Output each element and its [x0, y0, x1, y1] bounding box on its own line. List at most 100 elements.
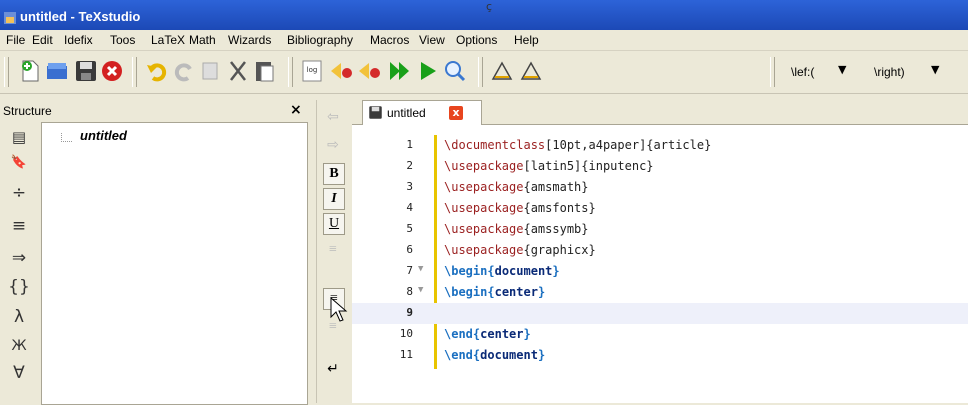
menu-latex[interactable]: LaTeX: [151, 33, 185, 47]
code-line[interactable]: 10 \end{center}: [352, 324, 968, 345]
texstudio-app-icon: [4, 12, 16, 24]
line-number: 6: [406, 243, 413, 256]
close-file-icon[interactable]: [100, 59, 124, 83]
menu-help[interactable]: Help: [514, 33, 539, 47]
operators-icon[interactable]: ÷: [8, 182, 30, 204]
chevron-down-icon[interactable]: ▼: [838, 63, 846, 76]
code-line[interactable]: 1 \documentclass[10pt,a4paper]{article}: [352, 135, 968, 156]
code-line[interactable]: 7 ▼ \begin{document}: [352, 261, 968, 282]
format-toolbar: ⇦ ⇨ B I U ≡ ≡ ≡ ↵: [316, 100, 353, 403]
line-number: 4: [406, 201, 413, 214]
toolbar-grip[interactable]: [4, 57, 9, 87]
menu-file[interactable]: File: [6, 33, 25, 47]
compile-icon[interactable]: [416, 59, 440, 83]
code-text: \usepackage[latin5]{inputenc}: [444, 159, 654, 173]
toolbar-grip[interactable]: [132, 57, 137, 87]
line-number: 2: [406, 159, 413, 172]
forward-arrow-icon: ⇨: [327, 138, 339, 153]
cyrillic-icon[interactable]: Ж: [8, 335, 30, 357]
back-arrow-icon: ⇦: [327, 110, 339, 125]
bold-button[interactable]: B: [323, 163, 345, 185]
paste-icon[interactable]: [253, 59, 277, 83]
line-number: 3: [406, 180, 413, 193]
newline-button[interactable]: ↵: [323, 360, 343, 380]
line-number: 1: [406, 138, 413, 151]
close-tab-icon[interactable]: x: [449, 106, 463, 120]
delimiters-icon[interactable]: {}: [8, 276, 30, 298]
copy-icon: [202, 62, 218, 80]
top-marker: ç: [486, 0, 493, 13]
save-icon[interactable]: [74, 59, 98, 83]
right-delimiter-combo[interactable]: \right): [874, 65, 905, 79]
structure-icon-bar: ▤ 🔖 ÷ ≡ ⇒ {} λ Ж ∀: [0, 122, 40, 403]
line-number: 9: [406, 306, 413, 319]
open-file-icon[interactable]: [45, 59, 69, 83]
toolbar-grip[interactable]: [770, 57, 775, 87]
menu-macros[interactable]: Macros: [370, 33, 409, 47]
line-number: 7: [406, 264, 413, 277]
align-left-icon[interactable]: ≡: [323, 240, 343, 260]
close-icon[interactable]: ×: [290, 102, 302, 118]
code-line[interactable]: 4 \usepackage{amsfonts}: [352, 198, 968, 219]
mouse-pointer-icon: [330, 297, 348, 322]
greek-icon[interactable]: λ: [8, 306, 30, 328]
menu-view[interactable]: View: [419, 33, 445, 47]
menu-tools[interactable]: Toos: [110, 33, 135, 47]
undo-icon[interactable]: [145, 59, 169, 83]
tree-item-untitled[interactable]: untitled: [80, 128, 127, 143]
code-line[interactable]: 3 \usepackage{amsmath}: [352, 177, 968, 198]
italic-button[interactable]: I: [323, 188, 345, 210]
log-icon-label: log: [307, 66, 318, 74]
structure-panel-header: Structure ×: [0, 100, 310, 122]
new-file-icon[interactable]: [18, 59, 42, 83]
triangle-left-icon[interactable]: [490, 59, 514, 83]
toolbar-grip[interactable]: [478, 57, 483, 87]
underline-button[interactable]: U: [323, 213, 345, 235]
line-number: 10: [399, 327, 413, 340]
redo-icon: [174, 63, 192, 82]
log-icon[interactable]: log: [300, 59, 324, 83]
fold-arrow-icon[interactable]: ▼: [418, 264, 423, 274]
misc-symbols-icon[interactable]: ∀: [8, 362, 30, 384]
code-text: \begin{center}: [444, 285, 546, 299]
tab-label: untitled: [387, 106, 426, 120]
menu-bibliography[interactable]: Bibliography: [287, 33, 353, 47]
next-error-icon[interactable]: [357, 59, 381, 83]
main-toolbar: log \lef:( ▼ \right) ▼: [0, 51, 968, 94]
code-text: \usepackage{graphicx}: [444, 243, 596, 257]
relations-icon[interactable]: ≡: [8, 215, 30, 237]
chevron-down-icon[interactable]: ▼: [931, 63, 939, 76]
triangle-right-icon[interactable]: [519, 59, 543, 83]
fold-arrow-icon[interactable]: ▼: [418, 285, 423, 295]
cut-icon[interactable]: [226, 59, 250, 83]
build-view-icon[interactable]: [388, 59, 412, 83]
tree-connector: [61, 133, 72, 142]
toolbar-grip[interactable]: [288, 57, 293, 87]
code-text: \documentclass[10pt,a4paper]{article}: [444, 138, 712, 152]
menu-idefix[interactable]: Idefix: [64, 33, 93, 47]
view-icon[interactable]: [443, 59, 467, 83]
menu-math[interactable]: Math: [189, 33, 216, 47]
code-line[interactable]: 5 \usepackage{amssymb}: [352, 219, 968, 240]
menu-wizards[interactable]: Wizards: [228, 33, 271, 47]
code-line[interactable]: 2 \usepackage[latin5]{inputenc}: [352, 156, 968, 177]
arrows-icon[interactable]: ⇒: [8, 247, 30, 269]
tab-untitled[interactable]: untitled x: [362, 100, 482, 125]
code-text: \usepackage{amsfonts}: [444, 201, 596, 215]
menu-edit[interactable]: Edit: [32, 33, 53, 47]
code-editor[interactable]: 1 \documentclass[10pt,a4paper]{article} …: [352, 125, 968, 403]
code-text: \end{document}: [444, 348, 546, 362]
menu-options[interactable]: Options: [456, 33, 497, 47]
current-code-line[interactable]: 9: [352, 303, 968, 324]
bookmark-icon[interactable]: 🔖: [8, 152, 30, 174]
line-number: 5: [406, 222, 413, 235]
line-number: 8: [406, 285, 413, 298]
previous-error-icon[interactable]: [329, 59, 353, 83]
window-title: untitled - TeXstudio: [20, 9, 141, 24]
code-line[interactable]: 8 ▼ \begin{center}: [352, 282, 968, 303]
left-delimiter-combo[interactable]: \lef:(: [791, 65, 814, 79]
code-line[interactable]: 6 \usepackage{graphicx}: [352, 240, 968, 261]
code-text: \end{center}: [444, 327, 531, 341]
structure-list-icon[interactable]: ▤: [8, 126, 30, 148]
code-line[interactable]: 11 \end{document}: [352, 345, 968, 366]
